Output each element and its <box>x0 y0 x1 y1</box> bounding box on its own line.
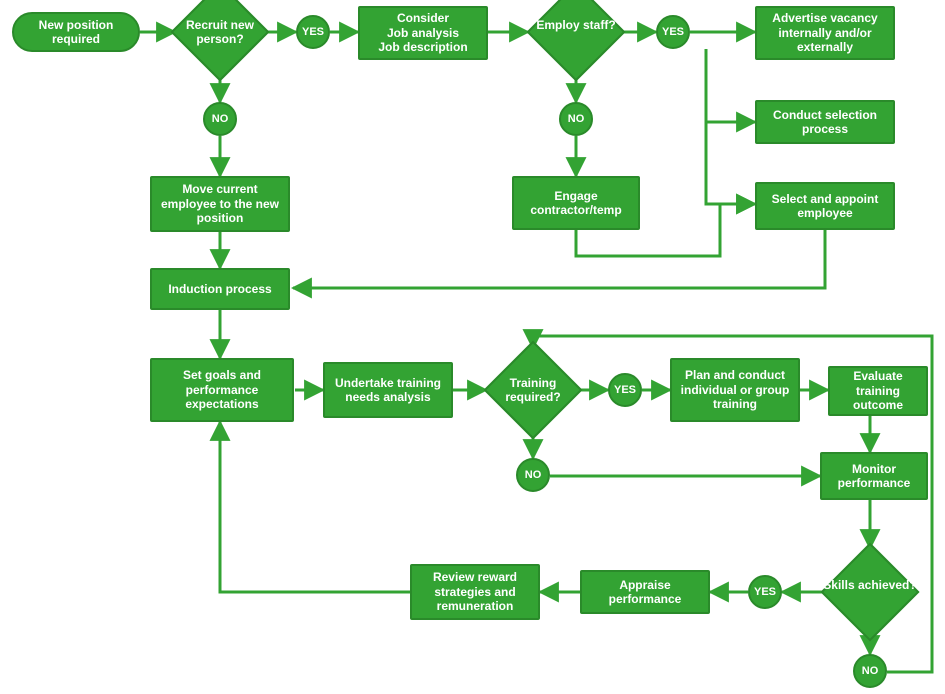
process-evaluate: Evaluate training outcome <box>828 366 928 416</box>
process-select-appoint: Select and appoint employee <box>755 182 895 230</box>
decision-training-label: Training required? <box>483 376 583 404</box>
no-badge-2: NO <box>559 102 593 136</box>
decision-skills-label: Skills achieved? <box>822 578 918 592</box>
process-advertise-label: Advertise vacancy internally and/or exte… <box>761 11 889 54</box>
yes-badge: YES <box>296 15 330 49</box>
process-move-employee: Move current employee to the new positio… <box>150 176 290 232</box>
process-goals: Set goals and performance expectations <box>150 358 294 422</box>
process-engage: Engage contractor/temp <box>512 176 640 230</box>
process-monitor-label: Monitor performance <box>826 462 922 491</box>
yes-badge-3: YES <box>608 373 642 407</box>
process-selection-label: Conduct selection process <box>761 108 889 137</box>
no-badge: NO <box>203 102 237 136</box>
process-review: Review reward strategies and remuneratio… <box>410 564 540 620</box>
process-consider: Consider Job analysis Job description <box>358 6 488 60</box>
process-plan: Plan and conduct individual or group tra… <box>670 358 800 422</box>
start-terminator: New position required <box>12 12 140 52</box>
process-move-label: Move current employee to the new positio… <box>156 182 284 225</box>
process-select-label: Select and appoint employee <box>761 192 889 221</box>
process-induction: Induction process <box>150 268 290 310</box>
process-appraise-label: Appraise performance <box>586 578 704 607</box>
process-goals-label: Set goals and performance expectations <box>156 368 288 411</box>
no-badge-3: NO <box>516 458 550 492</box>
process-selection: Conduct selection process <box>755 100 895 144</box>
yes-badge-4: YES <box>748 575 782 609</box>
process-undertake-label: Undertake training needs analysis <box>329 376 447 405</box>
process-engage-label: Engage contractor/temp <box>518 189 634 218</box>
process-plan-label: Plan and conduct individual or group tra… <box>676 368 794 411</box>
process-induction-label: Induction process <box>168 282 271 296</box>
process-monitor: Monitor performance <box>820 452 928 500</box>
process-undertake: Undertake training needs analysis <box>323 362 453 418</box>
start-label: New position required <box>18 18 134 47</box>
decision-recruit-label: Recruit new person? <box>170 18 270 46</box>
process-advertise: Advertise vacancy internally and/or exte… <box>755 6 895 60</box>
process-review-label: Review reward strategies and remuneratio… <box>416 570 534 613</box>
decision-employ-label: Employ staff? <box>526 18 626 32</box>
process-evaluate-label: Evaluate training outcome <box>834 369 922 412</box>
process-appraise: Appraise performance <box>580 570 710 614</box>
process-consider-label: Consider Job analysis Job description <box>378 11 467 54</box>
no-badge-4: NO <box>853 654 887 688</box>
yes-badge-2: YES <box>656 15 690 49</box>
